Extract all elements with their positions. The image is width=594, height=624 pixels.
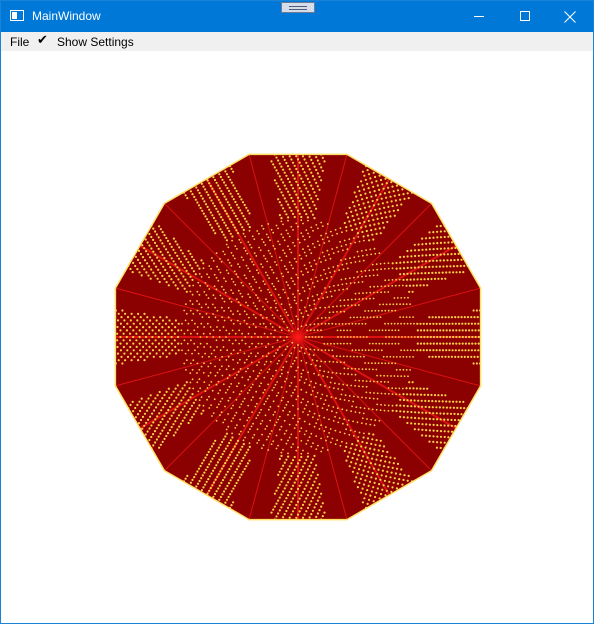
maximize-button[interactable] [502,1,548,32]
close-icon [564,11,576,23]
title-bar[interactable]: MainWindow [1,1,593,32]
checkmark-icon: ✔ [37,33,48,48]
window-title: MainWindow [32,9,101,23]
drag-grip-icon[interactable] [281,2,315,13]
minimize-icon [474,16,484,17]
maximize-icon [520,11,530,21]
render-canvas[interactable] [1,51,593,623]
app-window-icon [10,10,24,21]
main-window: MainWindow File ✔ Show Settings [0,0,594,624]
menu-bar: File ✔ Show Settings [1,32,593,51]
menu-file[interactable]: File [10,35,29,49]
fractal-image [114,153,482,521]
menu-show-settings[interactable]: Show Settings [57,35,134,49]
close-button[interactable] [547,1,593,32]
minimize-button[interactable] [456,1,502,32]
